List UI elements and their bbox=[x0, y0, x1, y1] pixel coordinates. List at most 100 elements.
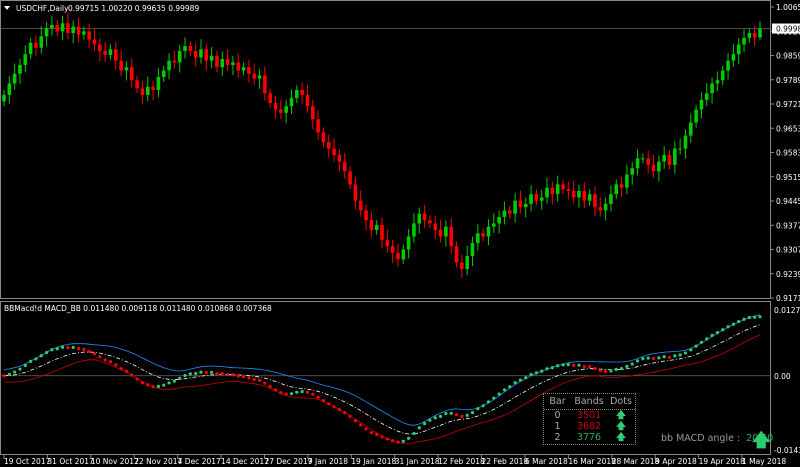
macd-dot bbox=[476, 407, 480, 411]
macd-dot bbox=[108, 360, 113, 364]
macd-dot bbox=[66, 345, 70, 350]
candle-body bbox=[183, 46, 187, 51]
macd-dot bbox=[635, 359, 640, 363]
macd-dot bbox=[7, 372, 11, 376]
macd-dot bbox=[407, 436, 411, 440]
candle-body bbox=[145, 86, 150, 95]
candles bbox=[0, 13, 770, 278]
macd-dot bbox=[87, 349, 91, 353]
candle-body bbox=[241, 67, 246, 71]
candle-body bbox=[497, 216, 501, 224]
candle-body bbox=[34, 42, 38, 48]
candle-body bbox=[593, 194, 597, 208]
candle-body bbox=[731, 54, 736, 61]
candle-body bbox=[625, 174, 629, 188]
candle-body bbox=[433, 223, 438, 230]
candle-body bbox=[209, 55, 214, 61]
macd-dot bbox=[353, 419, 357, 423]
candle-body bbox=[390, 246, 395, 253]
candle-body bbox=[566, 189, 571, 191]
macd-dot bbox=[667, 355, 672, 359]
y-tick-label: 0.97210 bbox=[776, 100, 800, 109]
macd-dot bbox=[114, 363, 118, 367]
candle-body bbox=[396, 252, 400, 260]
candle-body bbox=[268, 93, 272, 104]
candle-body bbox=[326, 142, 331, 149]
candle-body bbox=[688, 122, 693, 136]
up-arrow-icon: 🡅 bbox=[616, 410, 626, 421]
candle-body bbox=[172, 60, 177, 63]
macd-dot bbox=[268, 384, 272, 389]
macd-dot bbox=[204, 370, 208, 375]
candle-body bbox=[82, 31, 86, 35]
macd-dot bbox=[140, 381, 145, 385]
candle-body bbox=[651, 164, 656, 172]
x-tick-label: 14 Dec 2017 bbox=[221, 457, 269, 466]
candle-body bbox=[358, 200, 363, 211]
candle-body bbox=[87, 31, 91, 40]
candle-body bbox=[263, 75, 267, 94]
col-bar: Bar bbox=[549, 396, 566, 407]
macd-dot bbox=[327, 402, 331, 406]
candle-body bbox=[247, 67, 251, 74]
candle-body bbox=[587, 194, 592, 201]
indicator-header: BBMacd!d MACD_BB 0.011480 0.009118 0.011… bbox=[4, 304, 272, 313]
macd-dot bbox=[241, 374, 246, 379]
macd-dot bbox=[194, 371, 198, 376]
macd-dot bbox=[550, 366, 554, 370]
price-chart[interactable]: 1.006500.992700.985900.978900.972100.965… bbox=[0, 0, 800, 467]
macd-dot bbox=[103, 358, 107, 362]
candle-body bbox=[374, 225, 379, 230]
macd-dot bbox=[321, 399, 326, 403]
macd-dot bbox=[673, 354, 677, 358]
macd-dot bbox=[343, 411, 347, 415]
upper-band-line bbox=[3, 314, 761, 426]
macd-dot bbox=[18, 367, 22, 371]
candle-body bbox=[683, 135, 688, 149]
macd-dot bbox=[486, 400, 491, 404]
candle-body bbox=[502, 210, 507, 217]
candle-body bbox=[523, 203, 528, 208]
macd-dot bbox=[257, 378, 262, 382]
row-bands: 3501 bbox=[576, 410, 602, 421]
col-bands: Bands bbox=[574, 396, 604, 407]
macd-dot bbox=[172, 379, 176, 383]
info-row: 0 3501 🡅 bbox=[544, 410, 635, 421]
y-tick-label: 0.97890 bbox=[776, 76, 800, 85]
y-tick-label: 0.94450 bbox=[776, 197, 800, 206]
candle-body bbox=[481, 233, 485, 237]
macd-dot bbox=[694, 344, 698, 348]
macd-dot bbox=[305, 390, 310, 394]
macd-dot bbox=[438, 414, 443, 418]
candle-body bbox=[486, 226, 491, 237]
collapse-triangle-icon[interactable] bbox=[4, 6, 10, 10]
candle-body bbox=[401, 249, 406, 260]
candle-body bbox=[449, 226, 454, 247]
candle-body bbox=[619, 184, 624, 188]
macd-dot bbox=[588, 365, 592, 369]
info-table: Bar Bands Dots 0 3501 🡅 1 3682 🡅 2 3776 🡅 bbox=[543, 393, 636, 445]
macd-dot bbox=[630, 362, 634, 366]
macd-dot bbox=[705, 337, 709, 341]
y-tick-label: 0.93770 bbox=[776, 221, 800, 230]
macd-dot bbox=[183, 373, 187, 378]
macd-dot bbox=[449, 411, 453, 415]
candle-body bbox=[60, 23, 65, 32]
candle-body bbox=[252, 73, 257, 79]
macd-dot bbox=[247, 376, 251, 380]
macd-dot bbox=[359, 423, 363, 427]
candle-body bbox=[529, 194, 533, 204]
candle-body bbox=[92, 39, 97, 45]
macd-dot bbox=[391, 439, 395, 443]
candle-body bbox=[460, 262, 464, 270]
macd-dot bbox=[582, 364, 586, 369]
macd-dot bbox=[641, 357, 645, 361]
indicator-y-label: 0.01271 bbox=[774, 306, 800, 315]
y-tick-label: 1.00650 bbox=[776, 3, 800, 12]
candle-body bbox=[114, 49, 118, 61]
candle-body bbox=[673, 148, 677, 165]
candle-body bbox=[561, 184, 565, 190]
candle-body bbox=[470, 242, 475, 257]
macd-dot bbox=[545, 367, 549, 371]
macd-dot bbox=[689, 348, 693, 352]
